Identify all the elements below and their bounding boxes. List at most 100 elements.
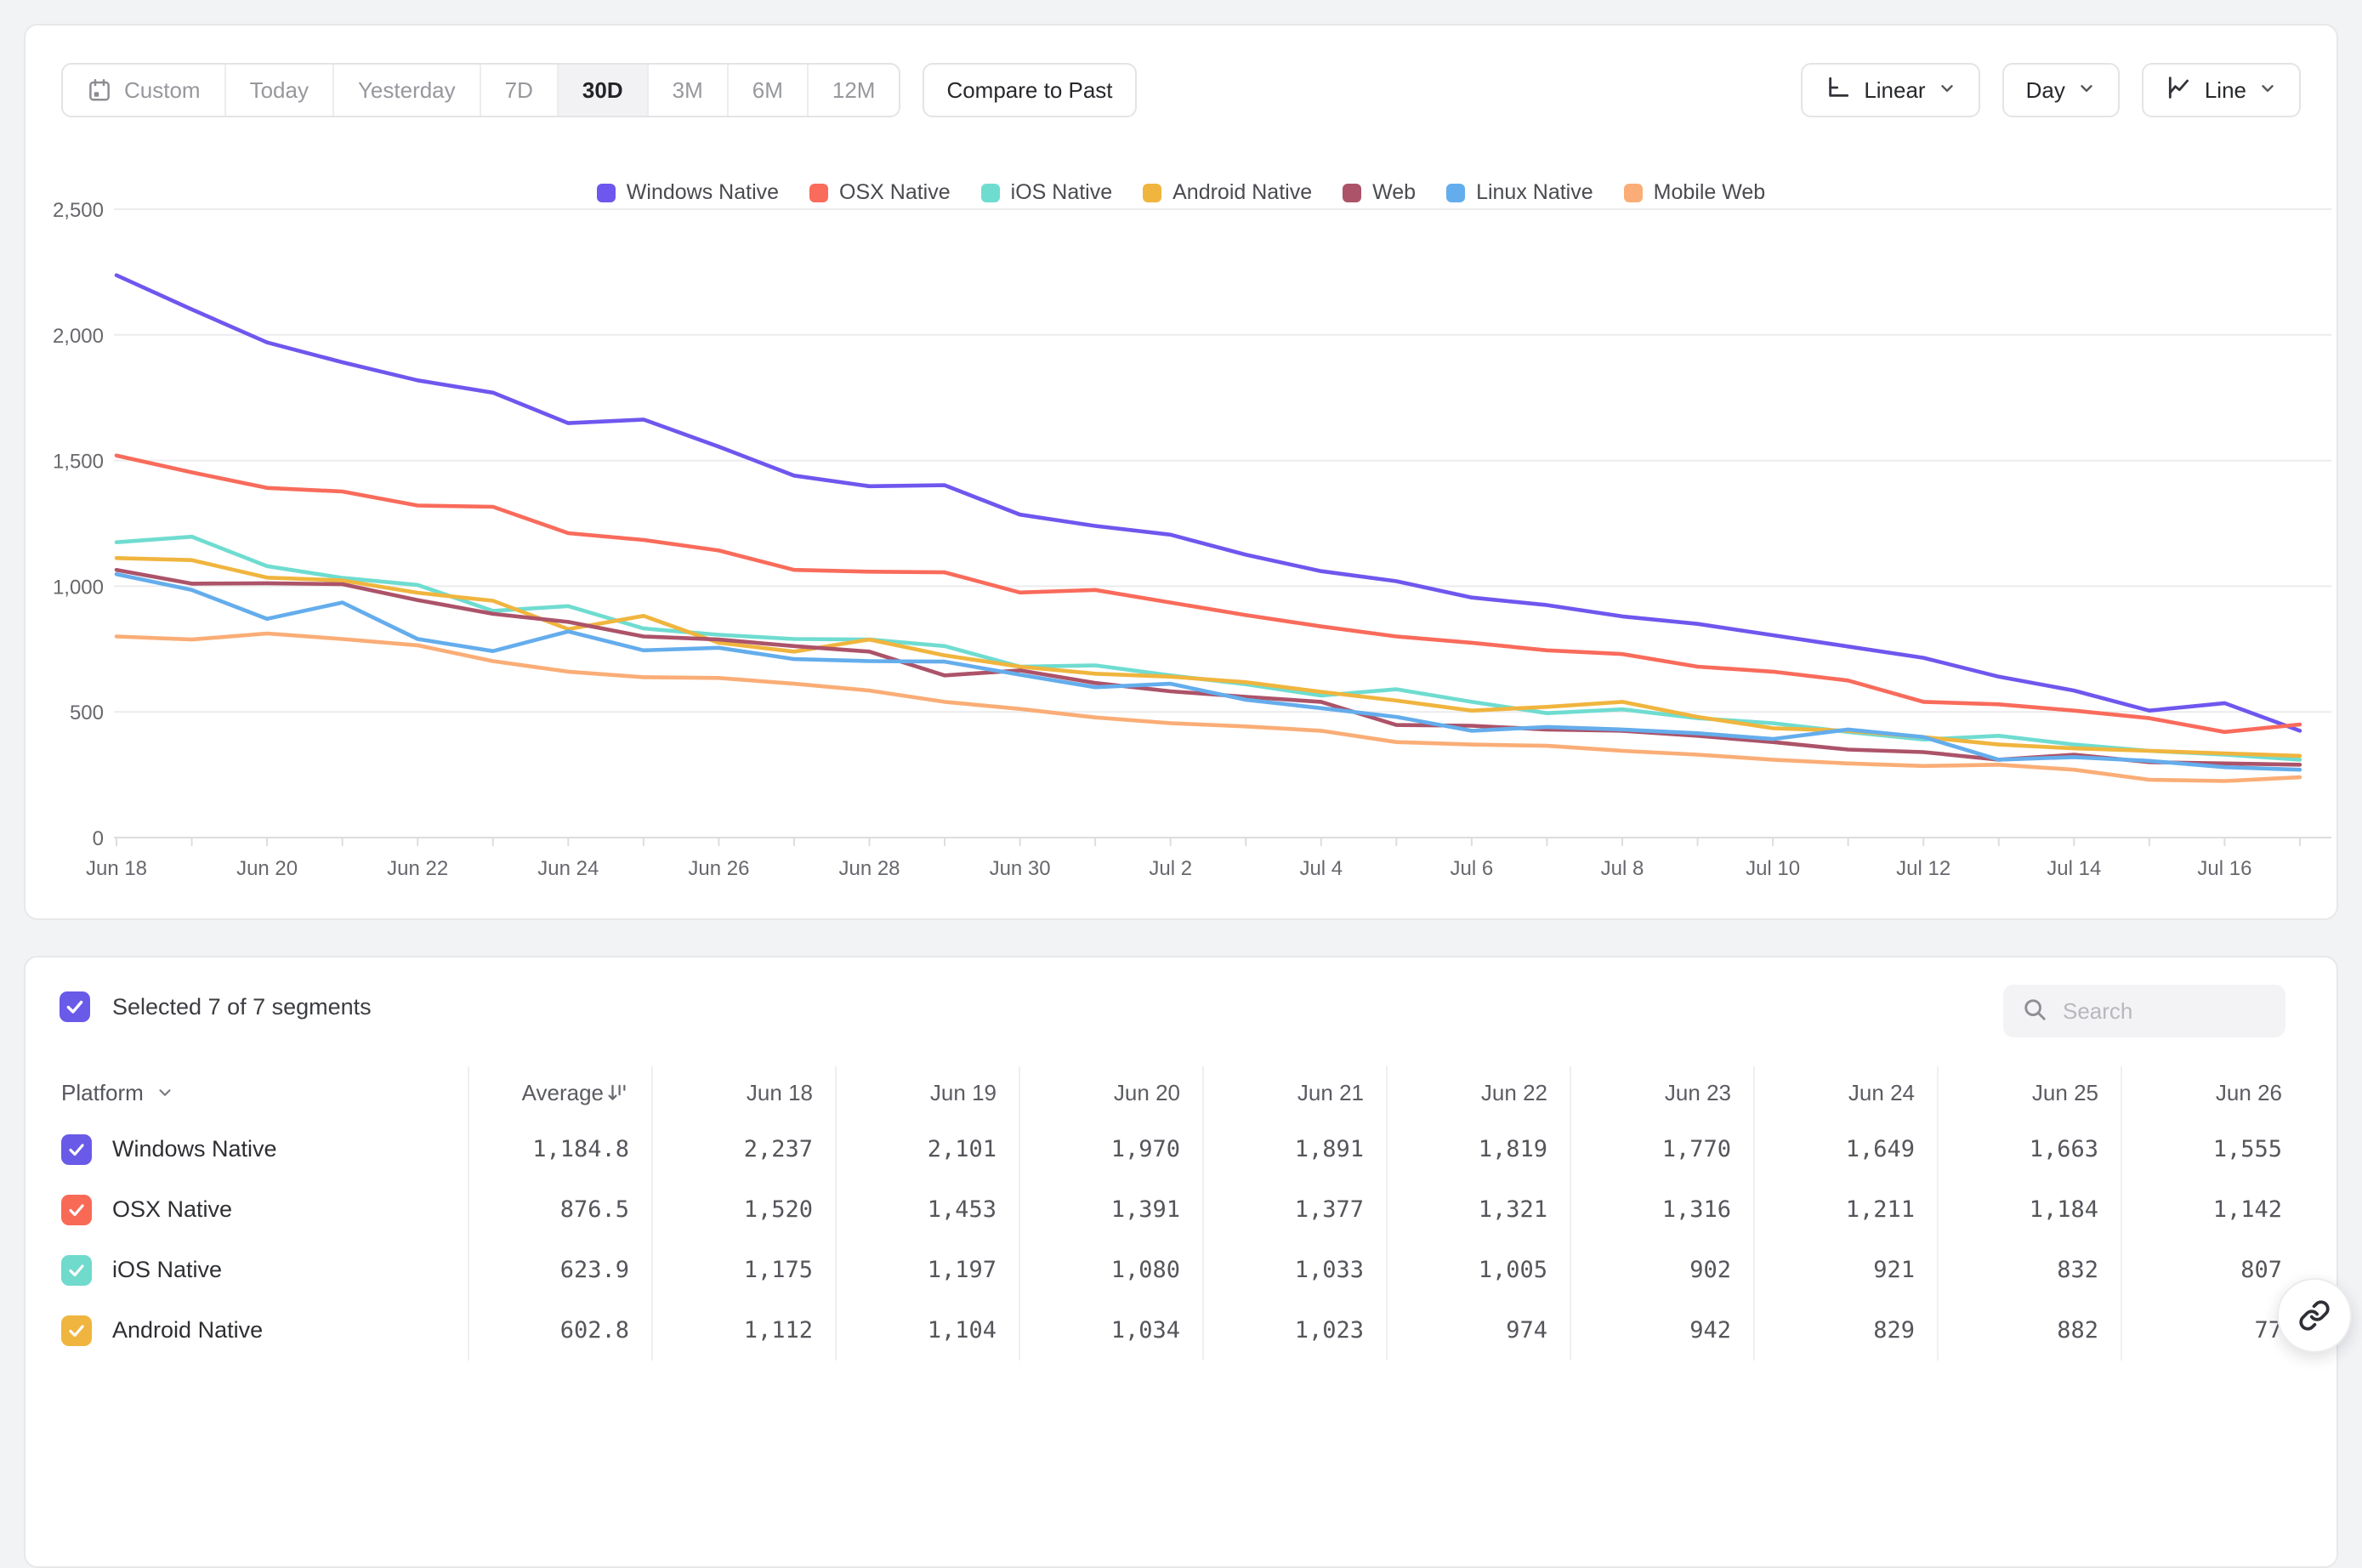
svg-text:Jun 30: Jun 30 <box>990 857 1051 880</box>
range-label: Today <box>250 77 309 104</box>
sort-descending-icon <box>607 1082 629 1104</box>
chart-toolbar: Custom Today Yesterday7D30D 3M 6M 12M Compare… <box>61 63 2301 117</box>
copy-link-button[interactable] <box>2277 1278 2352 1353</box>
svg-text:Jul 12: Jul 12 <box>1896 857 1950 880</box>
legend-swatch <box>981 184 1000 202</box>
interval-dropdown[interactable]: Day <box>2002 63 2120 117</box>
table-value-cell: 2,101 <box>835 1119 1019 1179</box>
table-value-cell: 602.8 <box>468 1300 651 1361</box>
platform-header-label: Platform <box>61 1080 144 1106</box>
date-column-header[interactable]: Jun 24 <box>1753 1066 1937 1119</box>
column-header-label: Jun 26 <box>2216 1080 2282 1106</box>
interval-dropdown-label: Day <box>2026 77 2065 104</box>
platform-row-label-cell: iOS Native <box>60 1240 468 1300</box>
svg-text:Jun 20: Jun 20 <box>236 857 298 880</box>
svg-text:2,500: 2,500 <box>53 201 104 222</box>
svg-text:2,000: 2,000 <box>53 325 104 348</box>
date-column-header[interactable]: Jun 26 <box>2121 1066 2304 1119</box>
date-range-controls: Custom Today Yesterday7D30D 3M 6M 12M Compare… <box>61 63 1137 117</box>
scale-dropdown[interactable]: Linear <box>1801 63 1979 117</box>
table-value-cell: 1,197 <box>835 1240 1019 1300</box>
range-3m-button[interactable]: 3M <box>647 65 727 116</box>
table-value-cell: 1,142 <box>2121 1179 2304 1240</box>
range-label: Custom <box>124 77 201 104</box>
calendar-icon <box>87 77 112 103</box>
segment-checkbox[interactable] <box>61 1255 92 1286</box>
legend-swatch <box>1143 184 1161 202</box>
chart-type-dropdown[interactable]: Line <box>2142 63 2301 117</box>
chart-display-controls: Linear Day Line <box>1801 63 2301 117</box>
chevron-down-icon <box>156 1083 174 1102</box>
range-custom-button[interactable]: Custom <box>63 65 224 116</box>
platform-name: OSX Native <box>112 1196 232 1223</box>
range-label: 12M <box>832 77 876 104</box>
table-value-cell: 921 <box>1753 1240 1937 1300</box>
line-chart[interactable]: 05001,0001,5002,0002,500Jun 18Jun 20Jun … <box>26 201 2336 898</box>
date-column-header[interactable]: Jun 19 <box>835 1066 1019 1119</box>
table-value-cell: 1,391 <box>1019 1179 1202 1240</box>
table-value-cell: 1,377 <box>1202 1179 1386 1240</box>
platform-row-label-cell: OSX Native <box>60 1179 468 1240</box>
select-all-checkbox[interactable] <box>60 991 90 1022</box>
table-value-cell: 832 <box>1937 1240 2121 1300</box>
table-value-cell: 902 <box>1570 1240 1753 1300</box>
range-7d-button[interactable]: 7D <box>480 65 557 116</box>
range-label: 3M <box>673 77 703 104</box>
segment-checkbox[interactable] <box>61 1195 92 1225</box>
table-value-cell: 1,005 <box>1386 1240 1570 1300</box>
column-header-label: Jun 18 <box>747 1080 813 1106</box>
compare-to-past-label: Compare to Past <box>946 77 1112 104</box>
line-chart-icon <box>2166 74 2193 107</box>
column-header-label: Jun 24 <box>1848 1080 1915 1106</box>
column-header-label: Jun 22 <box>1481 1080 1547 1106</box>
table-value-cell: 1,175 <box>651 1240 835 1300</box>
svg-text:Jun 18: Jun 18 <box>86 857 147 880</box>
range-6m-button[interactable]: 6M <box>727 65 807 116</box>
compare-to-past-button[interactable]: Compare to Past <box>923 63 1136 117</box>
table-value-cell: 829 <box>1753 1300 1937 1361</box>
scale-dropdown-label: Linear <box>1864 77 1925 104</box>
link-icon <box>2298 1299 2331 1332</box>
table-value-cell: 1,770 <box>1570 1119 1753 1179</box>
platform-column-header[interactable]: Platform <box>60 1066 468 1119</box>
segments-search[interactable] <box>2003 985 2285 1037</box>
range-yesterday-button[interactable]: Yesterday <box>332 65 480 116</box>
date-column-header[interactable]: Jun 18 <box>651 1066 835 1119</box>
column-header-label: Jun 25 <box>2032 1080 2098 1106</box>
date-column-header[interactable]: Jun 22 <box>1386 1066 1570 1119</box>
table-value-cell: 1,321 <box>1386 1179 1570 1240</box>
segment-checkbox[interactable] <box>61 1134 92 1165</box>
table-value-cell: 1,453 <box>835 1179 1019 1240</box>
svg-text:Jun 22: Jun 22 <box>387 857 448 880</box>
table-value-cell: 623.9 <box>468 1240 651 1300</box>
column-header-label: Jun 21 <box>1297 1080 1364 1106</box>
segments-panel: Selected 7 of 7 segments PlatformAverage… <box>24 956 2338 1568</box>
chart-panel: Custom Today Yesterday7D30D 3M 6M 12M Compare… <box>24 24 2338 920</box>
table-value-cell: 1,184.8 <box>468 1119 651 1179</box>
svg-text:1,500: 1,500 <box>53 451 104 474</box>
table-value-cell: 1,034 <box>1019 1300 1202 1361</box>
svg-text:Jul 14: Jul 14 <box>2047 857 2101 880</box>
segment-checkbox[interactable] <box>61 1315 92 1346</box>
date-column-header[interactable]: Jun 20 <box>1019 1066 1202 1119</box>
table-value-cell: 2,237 <box>651 1119 835 1179</box>
range-30d-button[interactable]: 30D <box>557 65 647 116</box>
range-12m-button[interactable]: 12M <box>807 65 900 116</box>
search-input[interactable] <box>2061 997 2267 1025</box>
table-value-cell: 807 <box>2121 1240 2304 1300</box>
svg-text:Jul 6: Jul 6 <box>1451 857 1494 880</box>
table-value-cell: 1,080 <box>1019 1240 1202 1300</box>
legend-swatch <box>809 184 828 202</box>
column-header-label: Jun 20 <box>1114 1080 1180 1106</box>
svg-text:Jul 16: Jul 16 <box>2197 857 2251 880</box>
platform-row-label-cell: Windows Native <box>60 1119 468 1179</box>
range-today-button[interactable]: Today <box>224 65 332 116</box>
table-value-cell: 1,819 <box>1386 1119 1570 1179</box>
date-column-header[interactable]: Jun 21 <box>1202 1066 1386 1119</box>
average-column-header[interactable]: Average <box>468 1066 651 1119</box>
date-column-header[interactable]: Jun 23 <box>1570 1066 1753 1119</box>
legend-swatch <box>597 184 616 202</box>
date-column-header[interactable]: Jun 25 <box>1937 1066 2121 1119</box>
svg-text:Jul 2: Jul 2 <box>1149 857 1192 880</box>
date-range-segmented-control: Custom Today Yesterday7D30D 3M 6M 12M <box>61 63 900 117</box>
